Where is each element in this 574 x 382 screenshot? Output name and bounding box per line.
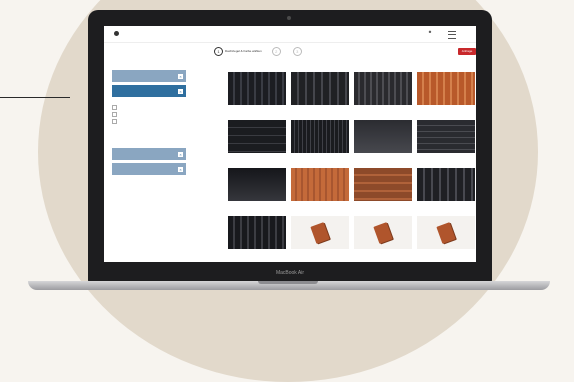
user-icon[interactable]: ☻ (426, 29, 434, 39)
product-card[interactable] (228, 120, 286, 163)
filter-pill[interactable]: × (112, 163, 186, 175)
step-number: 3 (292, 46, 302, 56)
camera-icon (287, 16, 291, 20)
product-image[interactable] (291, 120, 349, 153)
product-price (291, 109, 349, 112)
app-header: ☻ (104, 26, 476, 43)
filter-pill[interactable]: × (112, 85, 186, 97)
checkbox[interactable] (112, 112, 117, 117)
product-card[interactable] (228, 216, 286, 259)
product-card[interactable] (354, 120, 412, 163)
filter-pill[interactable]: × (112, 70, 186, 82)
product-price (291, 157, 349, 160)
product-card[interactable] (354, 216, 412, 259)
step-2[interactable]: 2 (271, 46, 283, 56)
logo-icon (114, 31, 119, 36)
product-image[interactable] (417, 72, 475, 105)
product-card[interactable] (417, 168, 475, 211)
step-label: Dachziegel & Farbe wählen (225, 49, 262, 53)
roof-tile-icon (436, 221, 456, 244)
step-1[interactable]: 1 Dachziegel & Farbe wählen (214, 46, 262, 56)
product-grid (228, 72, 475, 259)
product-image[interactable] (291, 168, 349, 201)
product-card[interactable] (291, 120, 349, 163)
filter-pill[interactable]: × (112, 148, 186, 160)
product-image[interactable] (417, 168, 475, 201)
product-price (291, 253, 349, 256)
product-image[interactable] (228, 72, 286, 105)
checkbox-option[interactable] (112, 119, 186, 124)
product-price (291, 205, 349, 208)
product-price (417, 205, 475, 208)
product-price (228, 205, 286, 208)
step-progress: 1 Dachziegel & Farbe wählen 2 3 (214, 46, 424, 56)
product-card[interactable] (228, 72, 286, 115)
product-card[interactable] (417, 72, 475, 115)
roof-tile-icon (373, 221, 393, 244)
logo[interactable] (114, 31, 119, 36)
filter-sidebar: × × × × (112, 70, 186, 260)
product-price (228, 253, 286, 256)
laptop-brand-label: MacBook Air (275, 270, 305, 276)
request-button[interactable]: Anfrage (458, 48, 476, 55)
checkbox[interactable] (112, 119, 117, 124)
product-image[interactable] (354, 168, 412, 201)
roof-tile-icon (310, 221, 330, 244)
checkbox-option[interactable] (112, 112, 186, 117)
product-image[interactable] (228, 120, 286, 153)
laptop-base (28, 281, 550, 290)
close-icon[interactable]: × (178, 88, 183, 94)
product-image[interactable] (228, 216, 286, 249)
product-card[interactable] (417, 120, 475, 163)
close-icon[interactable]: × (178, 166, 183, 172)
checkbox-option[interactable] (112, 105, 186, 110)
menu-icon[interactable] (448, 31, 456, 39)
step-3[interactable]: 3 (292, 46, 304, 56)
product-image[interactable] (228, 168, 286, 201)
product-image[interactable] (291, 72, 349, 105)
product-image[interactable] (354, 72, 412, 105)
product-card[interactable] (354, 168, 412, 211)
checkbox[interactable] (112, 105, 117, 110)
product-price (417, 253, 475, 256)
product-image[interactable] (417, 216, 475, 249)
step-number: 1 (214, 46, 223, 56)
product-price (417, 109, 475, 112)
laptop-screen: ☻ 1 Dachziegel & Farbe wählen 2 3 Anfrag… (104, 26, 476, 262)
close-icon[interactable]: × (178, 151, 183, 157)
product-card[interactable] (354, 72, 412, 115)
product-price (354, 157, 412, 160)
product-image[interactable] (291, 216, 349, 249)
product-price (228, 109, 286, 112)
product-image[interactable] (354, 120, 412, 153)
callout-line (0, 97, 70, 98)
product-price (228, 157, 286, 160)
product-card[interactable] (291, 168, 349, 211)
product-card[interactable] (291, 216, 349, 259)
product-card[interactable] (228, 168, 286, 211)
product-price (417, 157, 475, 160)
product-price (354, 253, 412, 256)
step-number: 2 (271, 46, 281, 56)
product-image[interactable] (354, 216, 412, 249)
product-card[interactable] (291, 72, 349, 115)
close-icon[interactable]: × (178, 73, 183, 79)
product-image[interactable] (417, 120, 475, 153)
product-price (354, 205, 412, 208)
product-price (354, 109, 412, 112)
laptop-lid: ☻ 1 Dachziegel & Farbe wählen 2 3 Anfrag… (88, 10, 492, 282)
laptop-notch (258, 281, 318, 284)
product-card[interactable] (417, 216, 475, 259)
